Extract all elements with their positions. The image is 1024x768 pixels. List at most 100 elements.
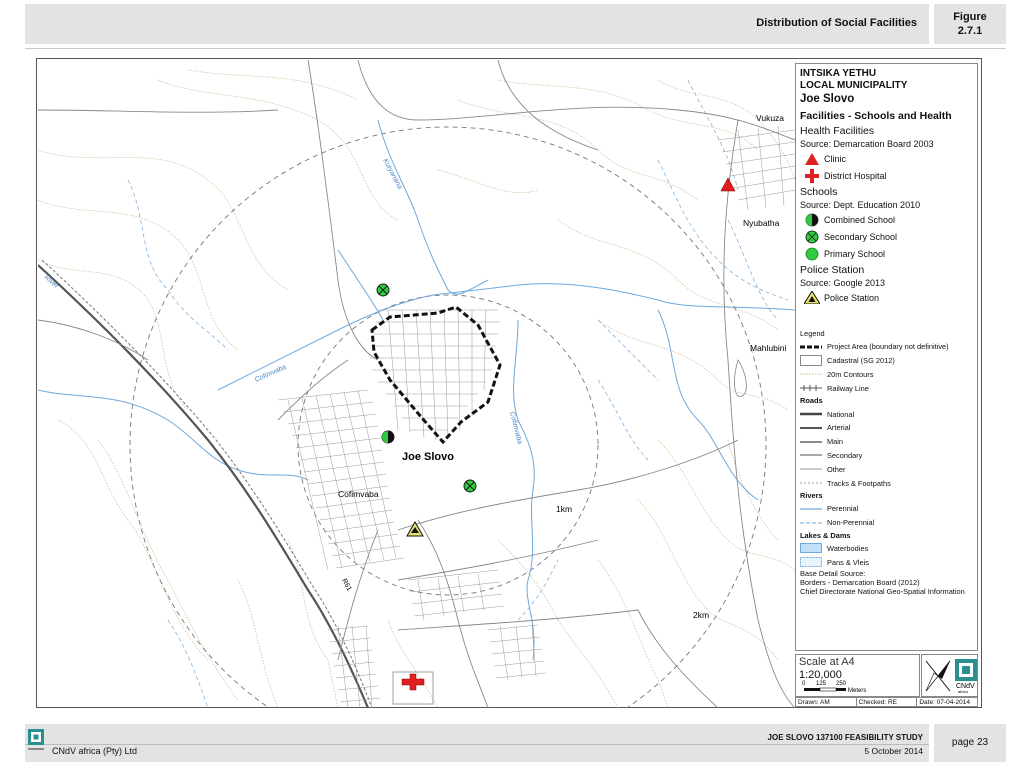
drawn-by: Drawn: AM (796, 698, 857, 706)
hospital-cross-icon (805, 168, 819, 183)
secondary-school-marker[interactable] (463, 479, 477, 493)
river-label-cofimvaba-east: Cofimvaba (508, 411, 523, 445)
other-roads (38, 60, 795, 708)
secondary-school-icon (805, 230, 819, 243)
figure-label: Figure (953, 11, 987, 23)
pans-swatch (800, 557, 822, 568)
map-svg: Joe Slovo Cofimvaba Vukuza Nyubatha Mahl… (38, 60, 795, 708)
cofimvaba-grid (277, 389, 505, 621)
railway-swatch (800, 385, 822, 392)
cndv-logo-icon: CNdV africa (955, 659, 977, 693)
legend-item-pans: Pans & Vleis (800, 555, 973, 569)
road-arterial-swatch (800, 426, 822, 429)
legend-item-river-perennial: Perennial (800, 502, 973, 516)
legend-rivers-heading: Rivers (800, 490, 823, 500)
legend-item-clinic: Clinic (800, 150, 973, 167)
ring-label-2km: 2km (693, 610, 709, 620)
header-band: Distribution of Social Facilities (25, 4, 929, 44)
footer-study-title: JOE SLOVO 137100 FEASIBILITY STUDY (767, 733, 923, 742)
place-label-cofimvaba: Cofimvaba (338, 489, 379, 499)
scale-tick-0: 0 (802, 681, 806, 687)
map-canvas[interactable]: Joe Slovo Cofimvaba Vukuza Nyubatha Mahl… (38, 60, 795, 708)
clinic-marker[interactable] (720, 177, 736, 192)
legend-health-heading: Health Facilities (800, 125, 875, 137)
legend-item-combined-school: Combined School (800, 211, 973, 228)
legend-item-road-other: Other (800, 462, 973, 476)
legend-base-source-line2: Borders - Demarcation Board (2012) (800, 578, 920, 588)
drawing-info-row: Drawn: AM Checked: RE Date: 07-04-2014 (795, 697, 978, 707)
river-label-west: River (43, 274, 61, 290)
legend-item-railway: Railway Line (800, 381, 973, 395)
legend-health-source: Source: Demarcation Board 2003 (800, 139, 934, 149)
legend-item-road-main: Main (800, 435, 973, 449)
footer-divider (25, 744, 929, 745)
footer-date: 5 October 2014 (864, 746, 923, 756)
river-non-perennial-swatch (800, 522, 822, 524)
combined-school-marker[interactable] (381, 430, 395, 444)
footer-logo-icon (28, 729, 44, 750)
waterbody-swatch (800, 543, 822, 554)
railway-line (41, 259, 373, 708)
buffer-ring-1km (297, 294, 599, 596)
legend-item-river-non-perennial: Non-Perennial (800, 516, 973, 530)
legend-police-heading: Police Station (800, 264, 865, 276)
legend-base-source-line1: Base Detail Source: (800, 569, 866, 579)
project-area-swatch (800, 345, 822, 349)
clinic-icon (805, 152, 819, 165)
road-label-r61: R61 (340, 578, 352, 593)
legend-schools-source: Source: Dept. Education 2010 (800, 200, 921, 210)
legend-item-primary-school: Primary School (800, 245, 973, 262)
road-secondary-swatch (800, 454, 822, 457)
north-arrow-logo-box: CNdV africa (921, 654, 978, 697)
legend-place: Joe Slovo (800, 93, 855, 105)
footer-band (25, 724, 929, 762)
hospital-marker[interactable] (401, 673, 425, 691)
place-label-vukuza: Vukuza (756, 113, 784, 123)
legend-lakes-heading: Lakes & Dams (800, 530, 851, 540)
cadastral-swatch (800, 355, 822, 367)
scale-tick-125: 125 (816, 681, 827, 687)
checked-by: Checked: RE (857, 698, 918, 706)
ring-label-1km: 1km (556, 504, 572, 514)
legend-title-line2: LOCAL MUNICIPALITY (800, 80, 908, 91)
project-area-boundary (370, 305, 502, 445)
scale-bar: 0 125 250 Meters (802, 681, 866, 694)
legend-item-road-tracks: Tracks & Footpaths (800, 476, 973, 490)
page-title: Distribution of Social Facilities (756, 17, 917, 29)
vukuza-grid (717, 125, 795, 211)
road-national-swatch (800, 412, 822, 416)
road-other-swatch (800, 468, 822, 470)
police-station-icon (804, 291, 820, 304)
combined-school-icon (805, 213, 819, 226)
legend-subtitle: Facilities - Schools and Health (800, 110, 952, 122)
legend-item-secondary-school: Secondary School (800, 228, 973, 245)
header-divider (25, 48, 1006, 49)
scale-unit: Meters (848, 688, 866, 694)
logo-subtext: africa (958, 689, 969, 693)
legend-item-waterbodies: Waterbodies (800, 542, 973, 556)
legend-item-police-station: Police Station (800, 289, 973, 306)
legend-item-hospital: District Hospital (800, 167, 973, 184)
drawing-date: Date: 07-04-2014 (919, 699, 970, 706)
river-label-cofimvaba-west: Cofimvaba (254, 364, 288, 384)
scale-box: Scale at A4 1:20,000 0 125 250 Meters (795, 654, 920, 697)
southern-settlement-grid (327, 624, 547, 708)
legend-general-heading: Legend (800, 329, 825, 338)
river-perennial-swatch (800, 508, 822, 510)
legend-item-road-secondary: Secondary (800, 449, 973, 463)
legend-item-contours: 20m Contours (800, 368, 973, 382)
contour-swatch (800, 373, 822, 375)
legend-item-road-arterial: Arterial (800, 421, 973, 435)
contour-lines (38, 69, 795, 708)
legend-title-line1: INTSIKA YETHU (800, 68, 877, 79)
legend-base-source-line3: Chief Directorate National Geo-Spatial I… (800, 587, 965, 597)
primary-school-icon (805, 247, 819, 260)
place-label-nyubatha: Nyubatha (743, 218, 780, 228)
river-label-kutyanana: Kutyanana (381, 158, 403, 191)
scale-tick-250: 250 (836, 681, 847, 687)
legend-item-road-national: National (800, 407, 973, 421)
legend-schools-heading: Schools (800, 186, 838, 198)
figure-number-box: Figure 2.7.1 (934, 4, 1006, 44)
secondary-school-marker[interactable] (376, 283, 390, 297)
buffer-ring-2km (129, 126, 767, 708)
